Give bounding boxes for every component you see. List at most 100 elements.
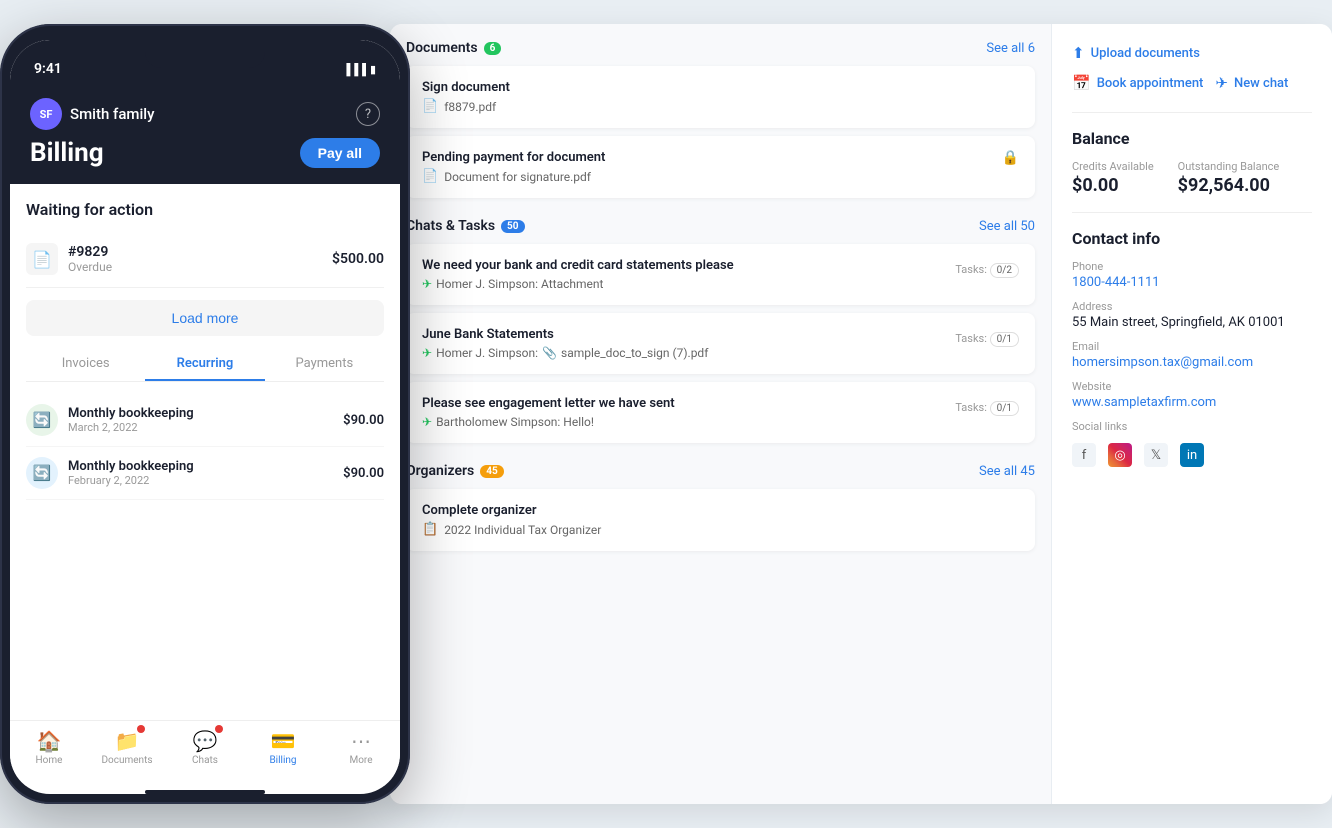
documents-icon: 📁 xyxy=(115,729,140,753)
tab-invoices[interactable]: Invoices xyxy=(26,348,145,381)
contact-title: Contact info xyxy=(1072,229,1312,248)
documents-badge xyxy=(137,725,145,733)
email-value[interactable]: homersimpson.tax@gmail.com xyxy=(1072,355,1312,370)
chat-icon: ✈ xyxy=(1215,74,1228,92)
nav-home[interactable]: 🏠 Home xyxy=(10,729,88,766)
document-card-2[interactable]: Pending payment for document 📄 Document … xyxy=(406,136,1035,198)
address-label: Address xyxy=(1072,300,1312,313)
status-bar: 9:41 ▐▐▐ ▮ xyxy=(10,40,400,90)
recurring-item-2[interactable]: 🔄 Monthly bookkeeping February 2, 2022 $… xyxy=(26,447,384,500)
invoice-details: #9829 Overdue xyxy=(68,244,332,274)
invoice-number: #9829 xyxy=(68,244,332,260)
credits-value: $0.00 xyxy=(1072,175,1154,196)
signal-icon: ▐▐▐ xyxy=(343,63,366,76)
pdf-icon-2: 📄 xyxy=(422,169,438,184)
nav-more[interactable]: ⋯ More xyxy=(322,729,400,766)
website-value[interactable]: www.sampletaxfirm.com xyxy=(1072,395,1312,410)
chat-row-1: We need your bank and credit card statem… xyxy=(422,258,1019,291)
social-label: Social links xyxy=(1072,420,1312,433)
document-subtitle-1: 📄 f8879.pdf xyxy=(422,99,1019,114)
recurring-date-2: February 2, 2022 xyxy=(68,474,343,487)
tab-recurring[interactable]: Recurring xyxy=(145,348,264,381)
balance-title: Balance xyxy=(1072,129,1312,148)
chat-card-1[interactable]: We need your bank and credit card statem… xyxy=(406,244,1035,305)
chats-header: Chats & Tasks 50 See all 50 xyxy=(406,218,1035,234)
organizer-icon: 📋 xyxy=(422,522,438,537)
nav-chats[interactable]: 💬 Chats xyxy=(166,729,244,766)
document-icon: 📄 xyxy=(26,243,58,275)
billing-icon: 💳 xyxy=(271,729,296,753)
chat-content-1: We need your bank and credit card statem… xyxy=(422,258,734,291)
tabs-row: Invoices Recurring Payments xyxy=(26,348,384,382)
credits-col: Credits Available $0.00 xyxy=(1072,160,1154,196)
chats-badge xyxy=(215,725,223,733)
address-value: 55 Main street, Springfield, AK 01001 xyxy=(1072,315,1312,330)
tasks-info-2: Tasks: 0/1 xyxy=(955,327,1019,347)
chat-content-3: Please see engagement letter we have sen… xyxy=(422,396,675,429)
twitter-icon[interactable]: 𝕏 xyxy=(1144,443,1168,467)
chats-see-all[interactable]: See all 50 xyxy=(979,219,1035,234)
pending-content: Pending payment for document 📄 Document … xyxy=(422,150,1002,184)
billing-title: Billing xyxy=(30,138,104,168)
load-more-button[interactable]: Load more xyxy=(26,300,384,336)
recurring-name-2: Monthly bookkeeping xyxy=(68,459,343,474)
email-label: Email xyxy=(1072,340,1312,353)
battery-icon: ▮ xyxy=(370,63,376,76)
recurring-amount-1: $90.00 xyxy=(343,413,384,428)
action-buttons: ⬆ Upload documents 📅 Book appointment ✈ … xyxy=(1072,44,1312,92)
nav-billing-label: Billing xyxy=(269,755,296,766)
new-chat-button[interactable]: ✈ New chat xyxy=(1215,74,1288,92)
recurring-details-1: Monthly bookkeeping March 2, 2022 xyxy=(68,406,343,434)
chat-row-2: June Bank Statements ✈ Homer J. Simpson:… xyxy=(422,327,1019,360)
waiting-title: Waiting for action xyxy=(26,200,384,219)
tasks-count-1: 0/2 xyxy=(990,263,1019,278)
right-panel: ⬆ Upload documents 📅 Book appointment ✈ … xyxy=(1052,24,1332,804)
chats-icon: 💬 xyxy=(193,729,218,753)
credits-label: Credits Available xyxy=(1072,160,1154,173)
organizers-see-all[interactable]: See all 45 xyxy=(979,464,1035,479)
upload-icon: ⬆ xyxy=(1072,44,1085,62)
linkedin-icon[interactable]: in xyxy=(1180,443,1204,467)
lock-icon: 🔒 xyxy=(1002,150,1019,166)
organizer-title-1: Complete organizer xyxy=(422,503,1019,518)
nav-home-label: Home xyxy=(36,755,63,766)
tab-payments[interactable]: Payments xyxy=(265,348,384,381)
nav-billing[interactable]: 💳 Billing xyxy=(244,729,322,766)
pending-wrapper: Pending payment for document 📄 Document … xyxy=(422,150,1019,184)
help-icon[interactable]: ? xyxy=(356,102,380,126)
bottom-nav: 🏠 Home 📁 Documents 💬 Chats xyxy=(10,720,400,786)
recurring-item-1[interactable]: 🔄 Monthly bookkeeping March 2, 2022 $90.… xyxy=(26,394,384,447)
phone-label: Phone xyxy=(1072,260,1312,273)
tasks-info-3: Tasks: 0/1 xyxy=(955,396,1019,416)
phone-notch xyxy=(145,40,265,68)
family-left: SF Smith family xyxy=(30,98,154,130)
chat-card-2[interactable]: June Bank Statements ✈ Homer J. Simpson:… xyxy=(406,313,1035,374)
phone-header: SF Smith family ? Billing Pay all xyxy=(10,90,400,184)
website-label: Website xyxy=(1072,380,1312,393)
facebook-icon[interactable]: f xyxy=(1072,443,1096,467)
chat-card-3[interactable]: Please see engagement letter we have sen… xyxy=(406,382,1035,443)
phone-value[interactable]: 1800-444-1111 xyxy=(1072,275,1312,290)
chats-title: Chats & Tasks 50 xyxy=(406,218,525,234)
document-card-1[interactable]: Sign document 📄 f8879.pdf xyxy=(406,66,1035,128)
main-panel: Documents 6 See all 6 Sign document 📄 f8… xyxy=(390,24,1332,804)
documents-title: Documents 6 xyxy=(406,40,501,56)
book-appointment-button[interactable]: 📅 Book appointment xyxy=(1072,74,1203,92)
nav-documents-label: Documents xyxy=(101,755,152,766)
invoice-item[interactable]: 📄 #9829 Overdue $500.00 xyxy=(26,231,384,288)
instagram-icon[interactable]: ◎ xyxy=(1108,443,1132,467)
billing-title-row: Billing Pay all xyxy=(30,138,380,168)
pay-all-button[interactable]: Pay all xyxy=(300,138,380,168)
more-icon: ⋯ xyxy=(351,729,371,753)
nav-documents[interactable]: 📁 Documents xyxy=(88,729,166,766)
organizer-card-1[interactable]: Complete organizer 📋 2022 Individual Tax… xyxy=(406,489,1035,551)
chat-title-3: Please see engagement letter we have sen… xyxy=(422,396,675,411)
upload-documents-button[interactable]: ⬆ Upload documents xyxy=(1072,44,1200,62)
document-subtitle-2: 📄 Document for signature.pdf xyxy=(422,169,1002,184)
nav-chats-label: Chats xyxy=(192,755,218,766)
documents-badge: 6 xyxy=(484,42,502,55)
chat-sender-2: ✈ Homer J. Simpson: 📎 sample_doc_to_sign… xyxy=(422,346,708,360)
right-divider-2 xyxy=(1072,212,1312,213)
organizers-badge: 45 xyxy=(480,465,503,478)
documents-see-all[interactable]: See all 6 xyxy=(986,41,1035,56)
